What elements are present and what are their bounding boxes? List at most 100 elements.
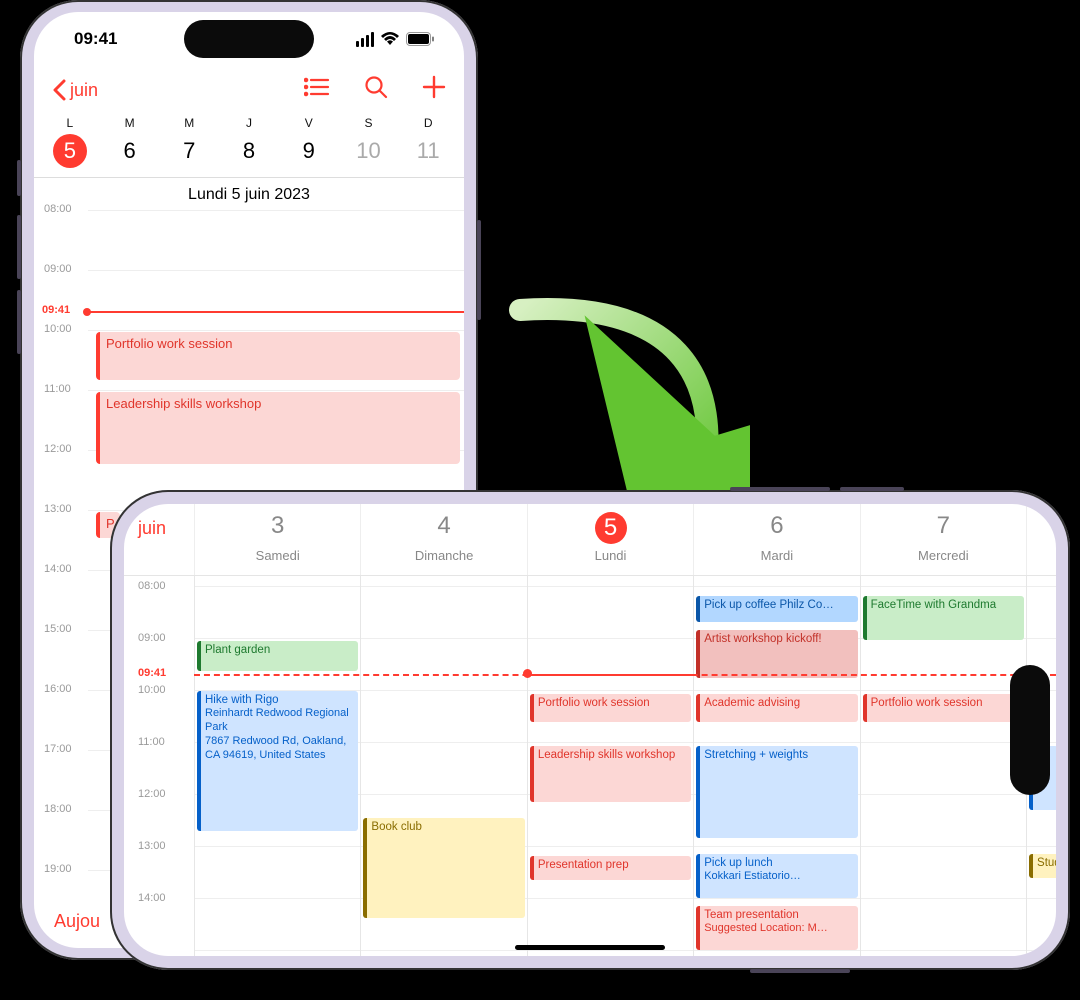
calendar-event[interactable]: Team presentationSuggested Location: M… (696, 906, 857, 950)
landscape-hour-label: 11:00 (138, 736, 165, 748)
list-view-button[interactable] (304, 77, 330, 103)
calendar-event[interactable]: Book club (363, 818, 524, 918)
landscape-day-header[interactable]: 6Mardi (693, 504, 859, 575)
event-title: Portfolio work session (538, 696, 687, 710)
weekday-col[interactable]: M6 (100, 114, 160, 177)
weekday-number: 10 (351, 134, 385, 168)
calendar-event[interactable]: Plant garden (197, 641, 358, 671)
today-button[interactable]: Aujou (54, 911, 100, 932)
landscape-hour-label: 13:00 (138, 840, 166, 852)
hour-label: 13:00 (44, 503, 72, 515)
landscape-day-number: 3 (195, 512, 360, 546)
event-title: Artist workshop kickoff! (704, 632, 853, 646)
weekday-abbr: M (125, 116, 135, 130)
calendar-event[interactable]: Academic advising (696, 694, 857, 722)
landscape-day-header[interactable]: 4Dimanche (360, 504, 526, 575)
calendar-event[interactable]: Student (1029, 854, 1056, 878)
landscape-day-number: 6 (694, 512, 859, 546)
event-title: Book club (371, 820, 520, 834)
landscape-month-label[interactable]: juin (124, 504, 194, 575)
landscape-day-number: 4 (361, 512, 526, 546)
event-subtitle: Kokkari Estiatorio… (704, 870, 853, 884)
calendar-event[interactable]: FaceTime with Grandma (863, 596, 1024, 640)
hour-label: 08:00 (44, 203, 72, 215)
calendar-event[interactable]: Hike with RigoReinhardt Redwood Regional… (197, 691, 358, 831)
landscape-days: Plant garden Hike with RigoReinhardt Redw… (194, 576, 1056, 956)
weekday-col[interactable]: L5 (40, 114, 100, 177)
battery-icon (406, 32, 434, 46)
event-title: Leadership skills workshop (538, 748, 687, 762)
week-header: L5M6M7J8V9S10D11 (34, 114, 464, 178)
event-title: Academic advising (704, 696, 853, 710)
current-date-title: Lundi 5 juin 2023 (34, 178, 464, 210)
landscape-hour-label: 12:00 (138, 788, 166, 800)
event-title: Pick up lunch (704, 856, 853, 870)
event-title: FaceTime with Grandma (871, 598, 1020, 612)
landscape-day-header[interactable]: 7Mercredi (860, 504, 1026, 575)
hour-label: 10:00 (44, 323, 72, 335)
hour-label: 15:00 (44, 623, 72, 635)
calendar-event[interactable]: Portfolio work session (96, 332, 460, 380)
back-label: juin (70, 80, 98, 101)
landscape-day-number: 5 (528, 512, 693, 546)
hour-label: 11:00 (44, 383, 71, 395)
search-button[interactable] (364, 75, 388, 105)
landscape-day-name: Lundi (528, 548, 693, 563)
landscape-day-column[interactable]: Portfolio work session Leadership skills … (527, 576, 693, 956)
weekday-number: 6 (113, 134, 147, 168)
event-title: Plant garden (205, 643, 354, 657)
add-event-button[interactable] (422, 75, 446, 105)
hour-label: 17:00 (44, 743, 72, 755)
weekday-abbr: V (305, 116, 313, 130)
calendar-event[interactable]: Presentation prep (530, 856, 691, 880)
event-subtitle: Reinhardt Redwood Regional Park 7867 Red… (205, 707, 354, 762)
hour-label: 19:00 (44, 863, 72, 875)
event-subtitle: Suggested Location: M… (704, 922, 853, 936)
landscape-day-number: 7 (861, 512, 1026, 546)
hour-label: 09:00 (44, 263, 72, 275)
landscape-day-column[interactable]: Plant garden Hike with RigoReinhardt Redw… (194, 576, 360, 956)
calendar-event[interactable]: Artist workshop kickoff! (696, 630, 857, 678)
landscape-day-header[interactable]: 3 Samedi (194, 504, 360, 575)
landscape-screen: juin3 Samedi4Dimanche5 Lundi6Mardi7Mercred… (124, 504, 1056, 956)
cellular-icon (356, 32, 374, 47)
landscape-hour-label: 09:00 (138, 632, 166, 644)
landscape-time-column: 08:0009:0010:0011:0012:0013:0014:0009:41 (124, 576, 194, 956)
landscape-now-label: 09:41 (138, 667, 166, 679)
chevron-left-icon (52, 79, 66, 101)
weekday-number: 9 (292, 134, 326, 168)
weekday-col[interactable]: M7 (159, 114, 219, 177)
landscape-week-header: juin3 Samedi4Dimanche5 Lundi6Mardi7Mercred… (124, 504, 1056, 576)
now-time-label: 09:41 (42, 304, 70, 316)
calendar-event[interactable]: Portfolio work session (863, 694, 1024, 722)
calendar-event[interactable]: Leadership skills workshop (96, 392, 460, 464)
landscape-day-column[interactable]: Pick up coffee Philz Co… Artist workshop … (693, 576, 859, 956)
calendar-event[interactable]: Pick up coffee Philz Co… (696, 596, 857, 622)
weekday-col[interactable]: J8 (219, 114, 279, 177)
event-title: Stretching + weights (704, 748, 853, 762)
weekday-col[interactable]: D11 (398, 114, 458, 177)
list-icon (304, 77, 330, 97)
status-time: 09:41 (74, 29, 117, 49)
weekday-number: 5 (53, 134, 87, 168)
calendar-event[interactable]: Pick up lunchKokkari Estiatorio… (696, 854, 857, 898)
back-button[interactable]: juin (52, 79, 304, 101)
weekday-col[interactable]: S10 (339, 114, 399, 177)
landscape-day-name: Samedi (195, 548, 360, 563)
calendar-event[interactable]: Stretching + weights (696, 746, 857, 838)
landscape-hour-label: 08:00 (138, 580, 166, 592)
weekday-abbr: M (184, 116, 194, 130)
landscape-day-header[interactable]: 5 Lundi (527, 504, 693, 575)
landscape-grid[interactable]: 08:0009:0010:0011:0012:0013:0014:0009:41… (124, 576, 1056, 956)
weekday-number: 7 (172, 134, 206, 168)
landscape-day-column[interactable]: FaceTime with Grandma Portfolio work sess… (860, 576, 1026, 956)
weekday-number: 8 (232, 134, 266, 168)
calendar-event[interactable]: Leadership skills workshop (530, 746, 691, 802)
weekday-col[interactable]: V9 (279, 114, 339, 177)
landscape-day-column[interactable]: Book clubChoir practice (360, 576, 526, 956)
calendar-event[interactable]: Portfolio work session (530, 694, 691, 722)
plus-icon (422, 75, 446, 99)
event-title: Portfolio work session (871, 696, 1020, 710)
hour-label: 14:00 (44, 563, 72, 575)
landscape-phone-frame: juin3 Samedi4Dimanche5 Lundi6Mardi7Mercred… (110, 490, 1070, 970)
